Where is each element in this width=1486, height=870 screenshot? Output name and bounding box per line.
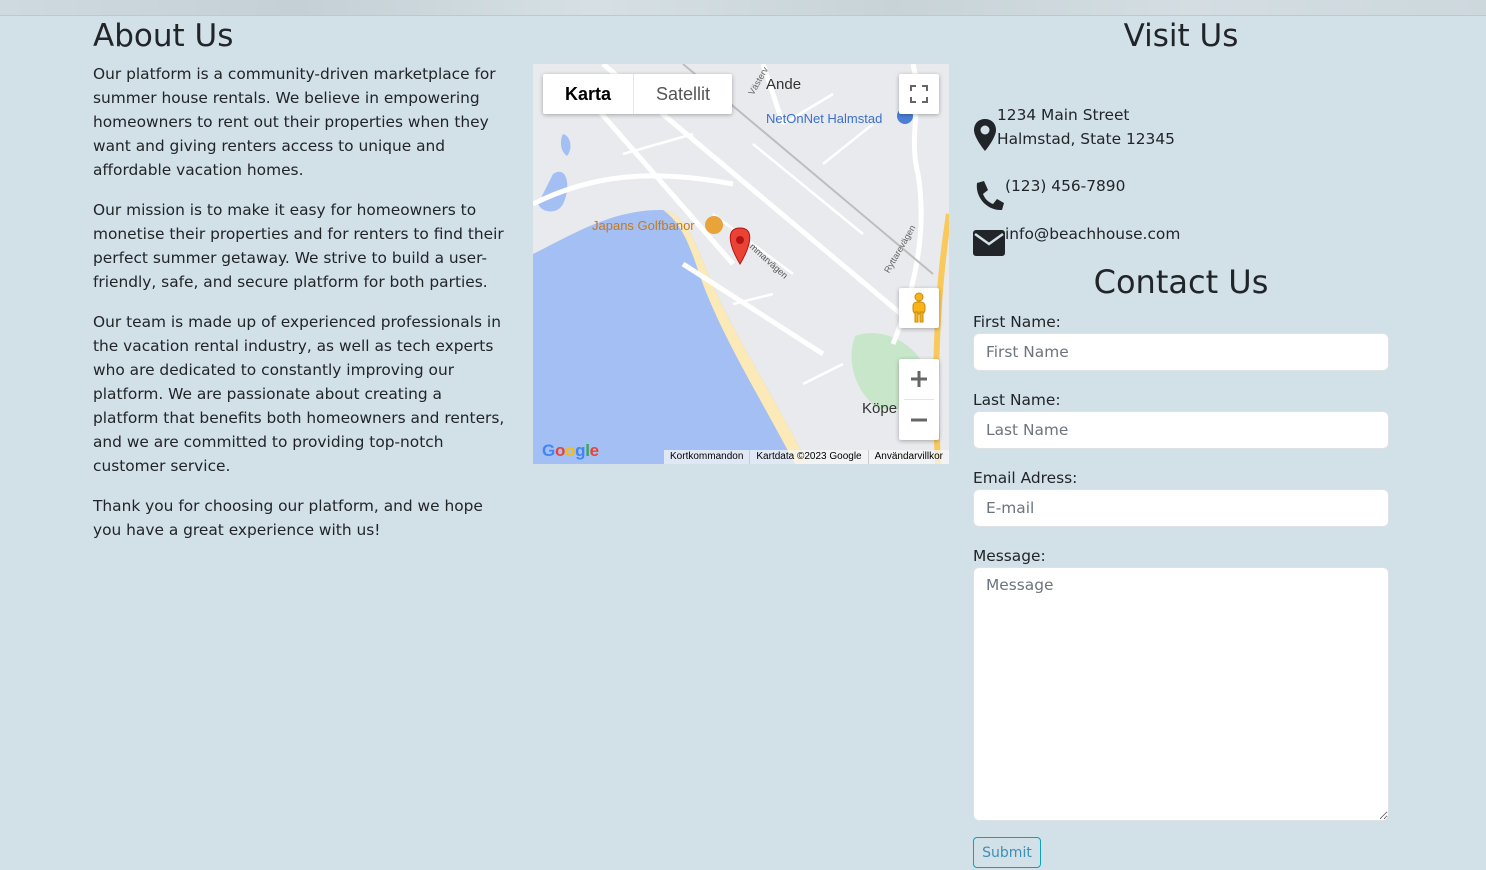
email-address[interactable]: info@beachhouse.com [1005,222,1180,260]
email-row: info@beachhouse.com [973,222,1180,260]
map-type-control: Karta Satellit [543,74,733,114]
map-label-store: NetOnNet Halmstad [766,111,883,126]
contact-title: Contact Us [1093,263,1269,301]
submit-button[interactable]: Submit [973,837,1041,868]
last-name-field[interactable] [973,411,1389,449]
map-terms-link[interactable]: Användarvillkor [867,450,949,464]
address-row: 1234 Main Street Halmstad, State 12345 [973,102,1175,156]
about-paragraph-2: Our mission is to make it easy for homeo… [93,201,504,291]
zoom-out-icon [911,418,927,422]
zoom-out-button[interactable] [899,400,939,440]
map-footer: Kortkommandon Kartdata ©2023 Google Anvä… [664,450,949,464]
google-map[interactable]: Ande NetOnNet Halmstad Japans Golfbanor … [533,64,949,464]
map-data-attribution: Kartdata ©2023 Google [749,450,867,464]
phone-icon [973,174,1005,216]
phone-number[interactable]: (123) 456-7890 [1005,174,1125,216]
email-label: Email Adress: [973,469,1078,487]
google-logo[interactable]: Google [542,441,599,461]
fullscreen-button[interactable] [899,74,939,114]
header-image-strip [0,0,1486,16]
email-field[interactable] [973,489,1389,527]
map-label-top-right: Ande [766,76,802,93]
map-label-bottom-right: Köpe [862,400,898,417]
zoom-control [899,359,939,440]
message-field[interactable] [973,567,1389,821]
zoom-in-icon [911,371,927,387]
pegman-icon [912,292,926,323]
first-name-field[interactable] [973,333,1389,371]
map-keyboard-shortcuts-link[interactable]: Kortkommandon [664,450,749,464]
visit-title: Visit Us [1123,18,1239,54]
map-type-tab-karta[interactable]: Karta [543,74,635,114]
street-view-button[interactable] [899,288,939,328]
first-name-label: First Name: [973,313,1061,331]
last-name-label: Last Name: [973,391,1061,409]
message-label: Message: [973,547,1046,565]
zoom-in-button[interactable] [899,359,939,399]
fullscreen-icon [910,85,928,103]
about-section: About Us Our platform is a community-dri… [93,16,505,558]
phone-row: (123) 456-7890 [973,174,1125,216]
about-paragraph-4: Thank you for choosing our platform, and… [93,497,483,539]
envelope-icon [973,222,1005,260]
about-paragraph-3: Our team is made up of experienced profe… [93,313,505,475]
address-line-2: Halmstad, State 12345 [997,130,1175,148]
map-type-tab-satellit[interactable]: Satellit [634,74,732,114]
location-pin-icon [973,102,997,156]
about-paragraph-1: Our platform is a community-driven marke… [93,65,496,179]
address-line-1: 1234 Main Street [997,106,1130,124]
about-title: About Us [93,18,234,54]
map-label-golf: Japans Golfbanor [592,218,695,233]
